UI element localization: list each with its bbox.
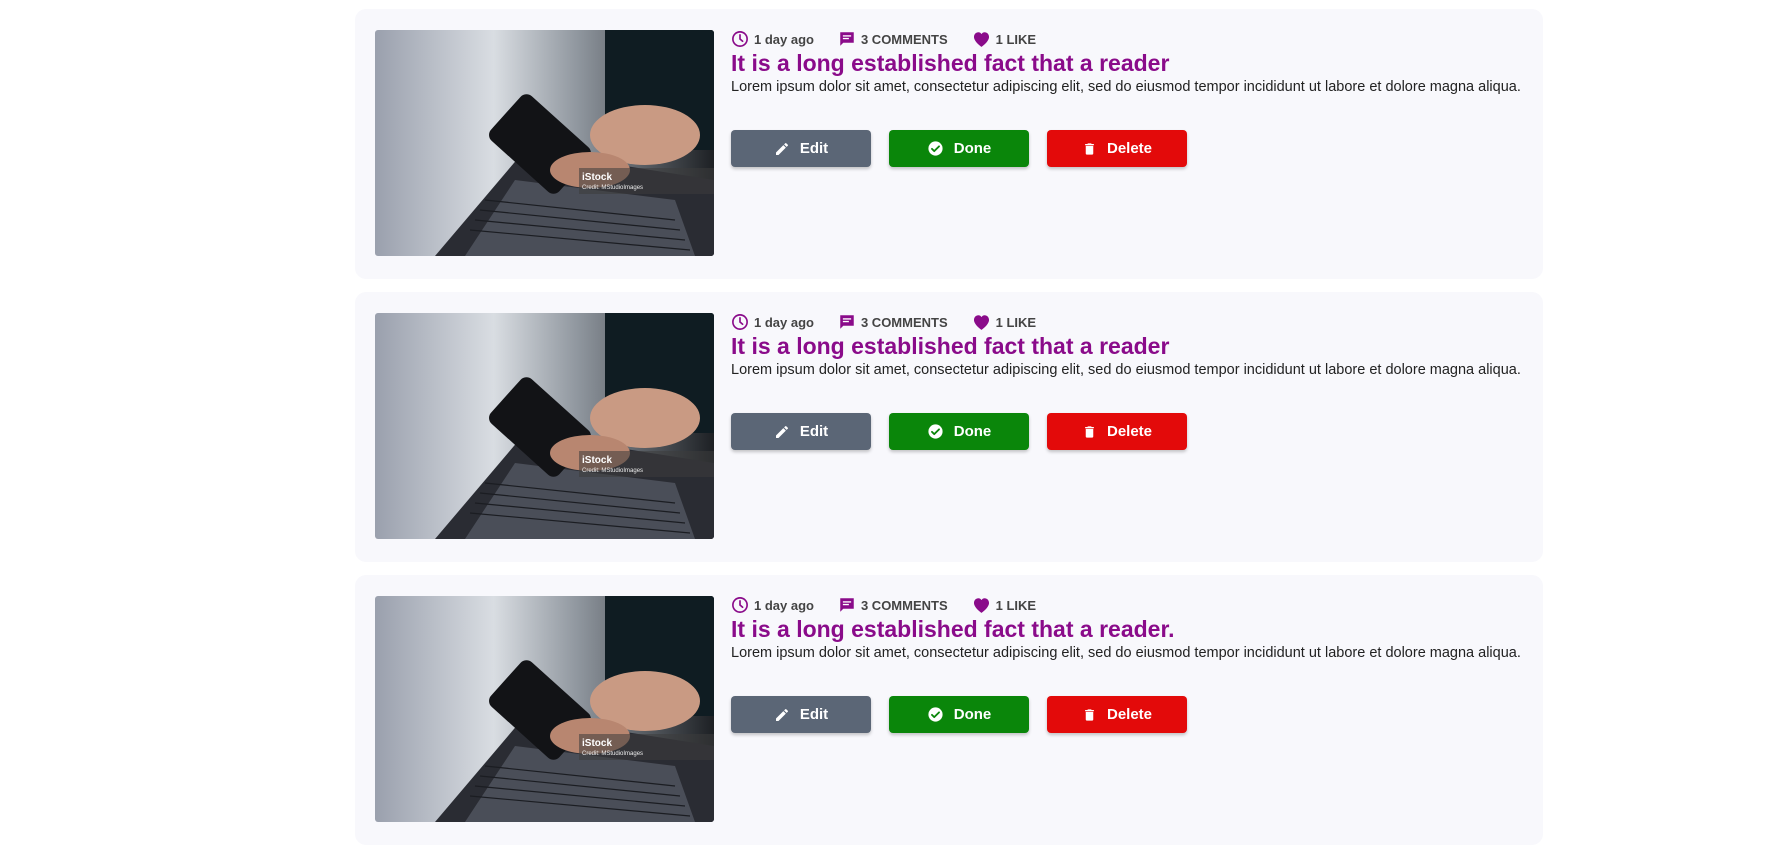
post-card: iStock Credit: MStudioImages 1 day ago 3… xyxy=(355,292,1543,562)
post-time: 1 day ago xyxy=(731,596,814,614)
image-brand: iStock xyxy=(582,455,612,466)
comment-icon xyxy=(840,598,854,612)
done-button[interactable]: Done xyxy=(889,130,1029,167)
post-card: iStock Credit: MStudioImages 1 day ago 3… xyxy=(355,575,1543,845)
clock-icon xyxy=(732,597,748,613)
trash-icon xyxy=(1085,708,1094,721)
post-comments[interactable]: 3 COMMENTS xyxy=(838,596,948,614)
clock-icon xyxy=(732,314,748,330)
post-likes-text: 1 LIKE xyxy=(995,31,1037,47)
edit-button[interactable]: Edit xyxy=(731,413,871,450)
image-credit: Credit: MStudioImages xyxy=(582,751,643,757)
post-meta: 1 day ago 3 COMMENTS 1 LIKE xyxy=(731,312,1521,332)
image-credit: Credit: MStudioImages xyxy=(582,468,643,474)
post-time-text: 1 day ago xyxy=(754,31,814,47)
pencil-icon xyxy=(775,708,788,721)
post-meta: 1 day ago 3 COMMENTS 1 LIKE xyxy=(731,29,1521,49)
comment-icon xyxy=(840,315,854,329)
post-description: Lorem ipsum dolor sit amet, consectetur … xyxy=(731,362,1521,378)
edit-button-label: Edit xyxy=(799,140,829,157)
trash-icon xyxy=(1085,425,1094,438)
image-brand: iStock xyxy=(582,172,612,183)
phone-laptop-photo: iStock Credit: MStudioImages xyxy=(375,596,714,822)
post-title[interactable]: It is a long established fact that a rea… xyxy=(731,616,1521,642)
edit-button[interactable]: Edit xyxy=(731,130,871,167)
post-actions: Edit Done Delete xyxy=(731,130,1521,167)
image-brand: iStock xyxy=(582,738,612,749)
post-likes-text: 1 LIKE xyxy=(995,314,1037,330)
edit-button-label: Edit xyxy=(799,423,829,440)
post-comments[interactable]: 3 COMMENTS xyxy=(838,313,948,331)
post-feed: iStock Credit: MStudioImages 1 day ago 3… xyxy=(355,9,1543,858)
done-button-label: Done xyxy=(953,706,992,723)
post-time: 1 day ago xyxy=(731,30,814,48)
post-description: Lorem ipsum dolor sit amet, consectetur … xyxy=(731,79,1521,95)
check-circle-icon xyxy=(928,141,943,156)
delete-button-label: Delete xyxy=(1106,706,1153,723)
delete-button[interactable]: Delete xyxy=(1047,130,1187,167)
post-image[interactable]: iStock Credit: MStudioImages xyxy=(375,596,714,822)
clock-icon xyxy=(732,31,748,47)
image-credit: Credit: MStudioImages xyxy=(582,185,643,191)
done-button[interactable]: Done xyxy=(889,696,1029,733)
post-title[interactable]: It is a long established fact that a rea… xyxy=(731,50,1521,76)
delete-button[interactable]: Delete xyxy=(1047,696,1187,733)
post-likes-text: 1 LIKE xyxy=(995,597,1037,613)
phone-laptop-photo: iStock Credit: MStudioImages xyxy=(375,30,714,256)
post-image[interactable]: iStock Credit: MStudioImages xyxy=(375,30,714,256)
post-time: 1 day ago xyxy=(731,313,814,331)
post-title[interactable]: It is a long established fact that a rea… xyxy=(731,333,1521,359)
post-comments-text: 3 COMMENTS xyxy=(860,597,948,613)
done-button-label: Done xyxy=(953,423,992,440)
post-comments-text: 3 COMMENTS xyxy=(860,31,948,47)
check-circle-icon xyxy=(928,707,943,722)
post-time-text: 1 day ago xyxy=(754,314,814,330)
delete-button-label: Delete xyxy=(1106,140,1153,157)
post-image[interactable]: iStock Credit: MStudioImages xyxy=(375,313,714,539)
check-circle-icon xyxy=(928,424,943,439)
post-actions: Edit Done Delete xyxy=(731,413,1521,450)
trash-icon xyxy=(1085,142,1094,155)
post-time-text: 1 day ago xyxy=(754,597,814,613)
delete-button-label: Delete xyxy=(1106,423,1153,440)
post-card: iStock Credit: MStudioImages 1 day ago 3… xyxy=(355,9,1543,279)
done-button[interactable]: Done xyxy=(889,413,1029,450)
post-comments-text: 3 COMMENTS xyxy=(860,314,948,330)
post-likes[interactable]: 1 LIKE xyxy=(972,30,1036,48)
comment-icon xyxy=(840,32,854,46)
post-actions: Edit Done Delete xyxy=(731,696,1521,733)
edit-button[interactable]: Edit xyxy=(731,696,871,733)
phone-laptop-photo: iStock Credit: MStudioImages xyxy=(375,313,714,539)
post-likes[interactable]: 1 LIKE xyxy=(972,596,1036,614)
post-comments[interactable]: 3 COMMENTS xyxy=(838,30,948,48)
delete-button[interactable]: Delete xyxy=(1047,413,1187,450)
heart-icon xyxy=(973,598,989,613)
pencil-icon xyxy=(775,142,788,155)
post-description: Lorem ipsum dolor sit amet, consectetur … xyxy=(731,645,1521,661)
heart-icon xyxy=(973,315,989,330)
post-meta: 1 day ago 3 COMMENTS 1 LIKE xyxy=(731,595,1521,615)
edit-button-label: Edit xyxy=(799,706,829,723)
heart-icon xyxy=(973,32,989,47)
post-likes[interactable]: 1 LIKE xyxy=(972,313,1036,331)
done-button-label: Done xyxy=(953,140,992,157)
pencil-icon xyxy=(775,425,788,438)
